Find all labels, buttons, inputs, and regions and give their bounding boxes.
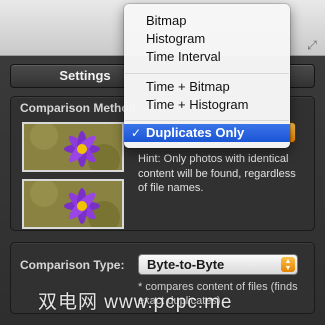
menu-separator [125, 73, 289, 74]
checkmark-icon: ✓ [131, 126, 142, 140]
comparison-type-value: Byte-to-Byte [147, 257, 225, 272]
expand-arrows-icon[interactable]: ⤢ [305, 38, 319, 52]
comparison-method-heading: Comparison Method [20, 101, 136, 115]
menu-item-time-bitmap[interactable]: Time + Bitmap [124, 78, 290, 96]
menu-item-label: Duplicates Only [146, 125, 245, 140]
menu-item-time-interval[interactable]: Time Interval [124, 48, 290, 66]
comparison-method-hint: Hint: Only photos with identical content… [138, 153, 296, 194]
menu-separator [125, 120, 289, 121]
watermark: 双电网 www.pcpc.me [38, 292, 233, 313]
comparison-type-label: Comparison Type: [20, 258, 125, 272]
menu-item-histogram[interactable]: Histogram [124, 30, 290, 48]
photo-thumbnail [22, 179, 124, 229]
photo-thumbnail [22, 122, 124, 172]
menu-item-bitmap[interactable]: Bitmap [124, 12, 290, 30]
comparison-method-menu: Bitmap Histogram Time Interval Time + Bi… [124, 4, 290, 148]
menu-item-duplicates-only[interactable]: ✓ Duplicates Only [124, 124, 290, 142]
menu-item-time-histogram[interactable]: Time + Histogram [124, 96, 290, 114]
comparison-type-select[interactable]: Byte-to-Byte ▲ ▼ [138, 254, 298, 275]
up-down-stepper-icon: ▲▼ [281, 257, 295, 272]
